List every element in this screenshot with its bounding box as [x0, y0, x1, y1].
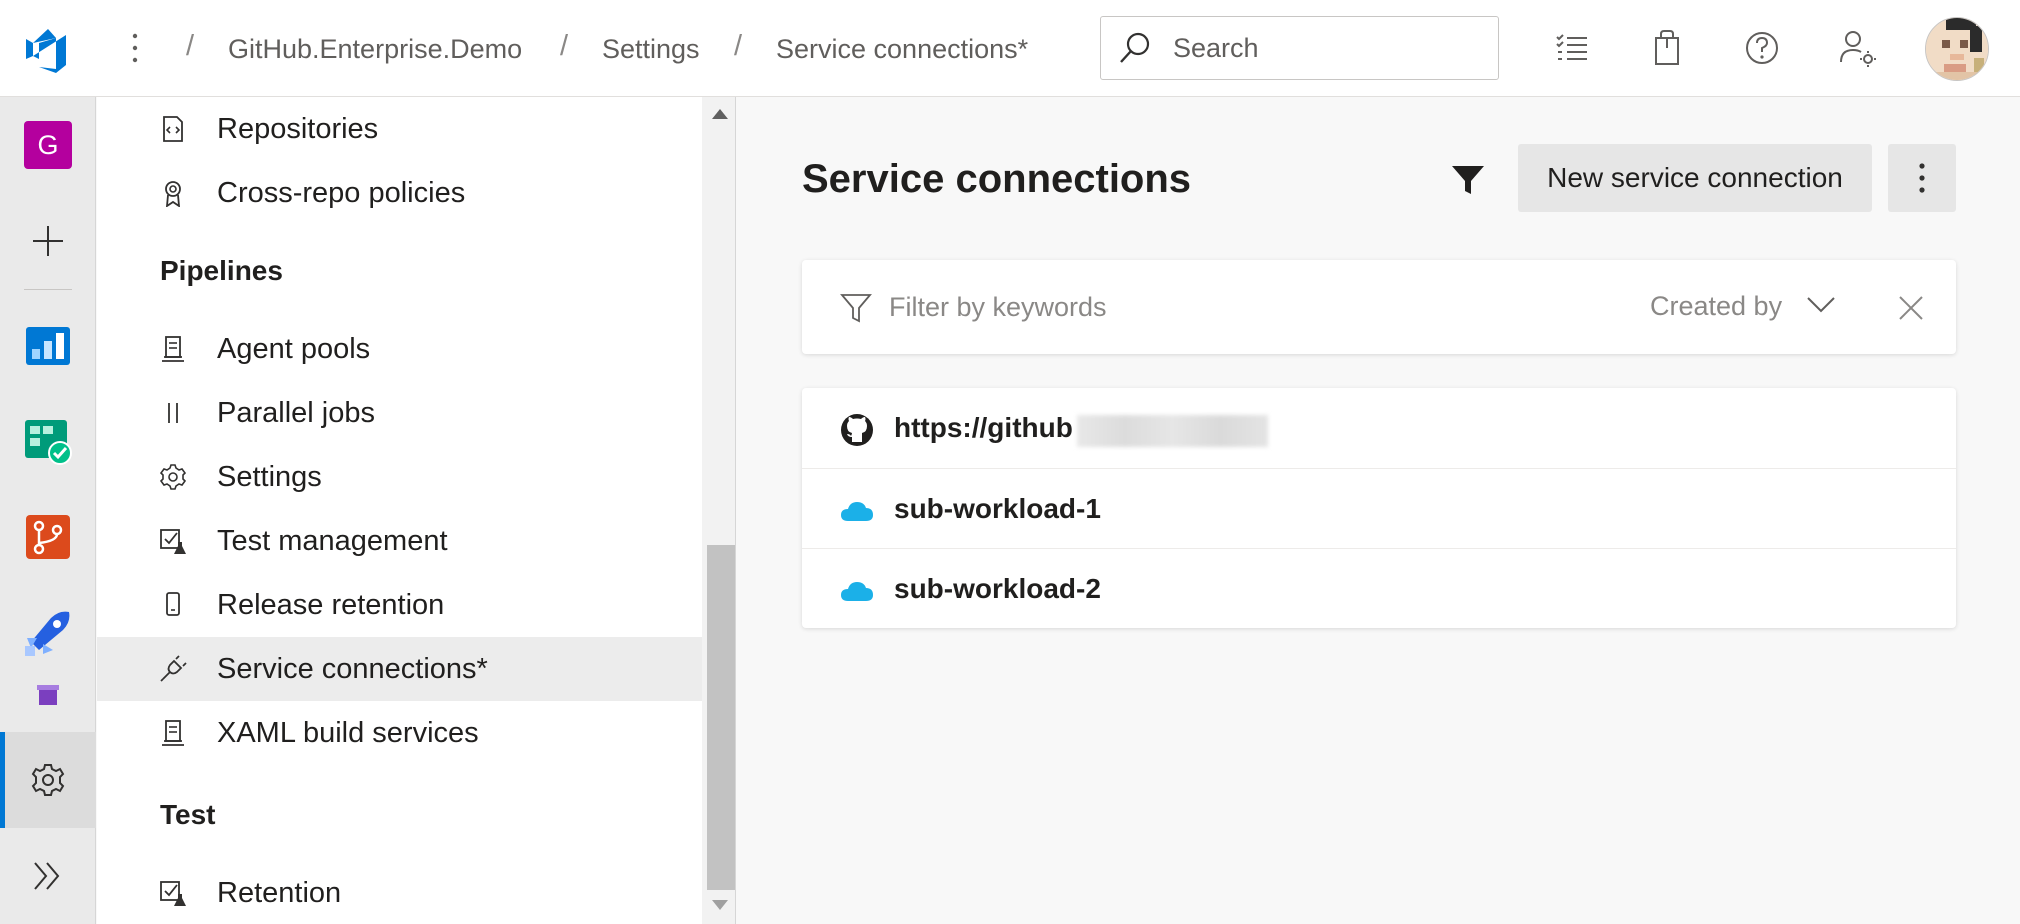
nav-item-label: Parallel jobs [217, 397, 375, 429]
github-icon [841, 414, 873, 446]
nav-item-service-connections[interactable]: Service connections* [97, 637, 702, 701]
filter-funnel-icon[interactable] [1450, 162, 1486, 198]
created-by-dropdown[interactable]: Created by [1650, 291, 1782, 322]
breadcrumb-settings[interactable]: Settings [602, 34, 700, 65]
plus-icon [33, 226, 63, 256]
parallel-icon [168, 403, 178, 423]
more-vertical-icon[interactable] [125, 28, 145, 68]
nav-item-settings[interactable]: Settings [97, 445, 702, 509]
nav-item-label: Test management [217, 525, 448, 557]
breadcrumb-separator: / [186, 30, 195, 62]
nav-item-xaml-build-services[interactable]: XAML build services [97, 701, 702, 765]
expand-rail-button[interactable] [0, 828, 96, 924]
breadcrumb-current-page[interactable]: Service connections* [776, 34, 1028, 65]
new-service-connection-button[interactable]: New service connection [1518, 144, 1872, 212]
filter-bar: Created by [802, 260, 1956, 354]
azure-cloud-icon [841, 582, 873, 601]
breadcrumb-separator: / [560, 30, 569, 62]
agent-icon [162, 720, 184, 746]
avatar-image-icon [1926, 18, 1988, 80]
agent-icon [162, 336, 184, 362]
azure-devops-logo-icon[interactable] [22, 26, 70, 74]
nav-scrollbar[interactable] [702, 97, 736, 924]
artifacts-nav[interactable] [0, 673, 96, 717]
work-items-list-icon[interactable] [1553, 28, 1593, 68]
close-icon[interactable] [1898, 295, 1924, 321]
breadcrumb-separator: / [734, 30, 743, 62]
redacted-text [1077, 415, 1268, 447]
new-project-button[interactable] [0, 193, 96, 289]
settings-nav: Repositories Cross-repo policies Pipelin… [97, 97, 702, 924]
connection-name: sub-workload-2 [894, 573, 1101, 604]
list-item[interactable]: sub-workload-1 [802, 468, 1956, 548]
page-title: Service connections [802, 157, 1192, 201]
nav-item-repositories[interactable]: Repositories [97, 97, 702, 161]
nav-item-label: Retention [217, 877, 342, 909]
artifacts-icon [37, 685, 59, 705]
nav-item-label: Release retention [217, 589, 445, 621]
scroll-up-arrow-icon[interactable] [712, 109, 728, 119]
nav-item-label: XAML build services [217, 717, 479, 749]
nav-section-test: Test [160, 799, 216, 830]
phone-icon [166, 592, 180, 616]
list-item[interactable]: sub-workload-2 [802, 548, 1956, 628]
double-chevron-right-icon [34, 862, 60, 890]
nav-section-pipelines: Pipelines [160, 255, 283, 286]
chevron-down-icon[interactable] [1806, 290, 1836, 320]
nav-item-label: Settings [217, 461, 322, 493]
nav-item-test-management[interactable]: Test management [97, 509, 702, 573]
help-icon[interactable] [1742, 28, 1782, 68]
overview-icon [26, 327, 70, 365]
list-item[interactable]: https://github [802, 388, 1956, 468]
main-content: Service connections New service connecti… [737, 97, 2020, 924]
breadcrumb-project[interactable]: GitHub.Enterprise.Demo [228, 34, 522, 65]
nav-item-cross-repo-policies[interactable]: Cross-repo policies [97, 161, 702, 225]
test-icon [160, 881, 186, 906]
repos-nav[interactable] [0, 489, 96, 585]
connection-name: https://github [894, 412, 1073, 443]
gear-icon [31, 764, 65, 796]
nav-item-parallel-jobs[interactable]: Parallel jobs [97, 381, 702, 445]
pipelines-nav[interactable] [0, 585, 96, 681]
nav-item-release-retention[interactable]: Release retention [97, 573, 702, 637]
gear-icon [159, 464, 187, 490]
avatar[interactable] [1925, 17, 1989, 81]
boards-nav[interactable] [0, 393, 96, 489]
nav-item-agent-pools[interactable]: Agent pools [97, 317, 702, 381]
search-icon [1120, 32, 1150, 63]
overview-nav[interactable] [0, 297, 96, 393]
search-input[interactable] [1173, 29, 1473, 67]
nav-item-label: Repositories [217, 113, 379, 145]
connection-name: sub-workload-1 [894, 493, 1101, 524]
nav-item-label: Cross-repo policies [217, 177, 466, 209]
app-rail: G [0, 97, 96, 924]
azure-cloud-icon [841, 502, 873, 521]
pipelines-icon [25, 611, 70, 656]
scroll-thumb[interactable] [707, 545, 735, 890]
repos-icon [26, 515, 70, 559]
nav-item-retention[interactable]: Retention [97, 861, 702, 924]
more-actions-button[interactable] [1888, 144, 1956, 212]
boards-icon [25, 420, 72, 465]
filter-icon [840, 294, 872, 323]
marketplace-bag-icon[interactable] [1647, 28, 1687, 68]
more-vertical-icon [1919, 163, 1925, 193]
search-box[interactable] [1100, 16, 1499, 80]
top-bar: / GitHub.Enterprise.Demo / Settings / Se… [0, 0, 2020, 97]
user-settings-icon[interactable] [1838, 28, 1878, 68]
filter-keywords-input[interactable] [889, 287, 1449, 327]
service-connections-list: https://github sub-workload-1 sub-worklo… [802, 388, 1956, 628]
nav-item-label: Service connections* [217, 653, 488, 685]
scroll-down-arrow-icon[interactable] [712, 900, 728, 910]
test-icon [160, 529, 186, 554]
plug-icon [160, 655, 187, 682]
badge-icon [165, 181, 181, 207]
project-settings-nav[interactable] [0, 732, 96, 828]
repo-icon [163, 116, 183, 142]
project-badge-button[interactable]: G [0, 97, 96, 193]
nav-item-label: Agent pools [217, 333, 371, 365]
rail-divider [24, 289, 72, 290]
project-badge: G [24, 121, 72, 169]
